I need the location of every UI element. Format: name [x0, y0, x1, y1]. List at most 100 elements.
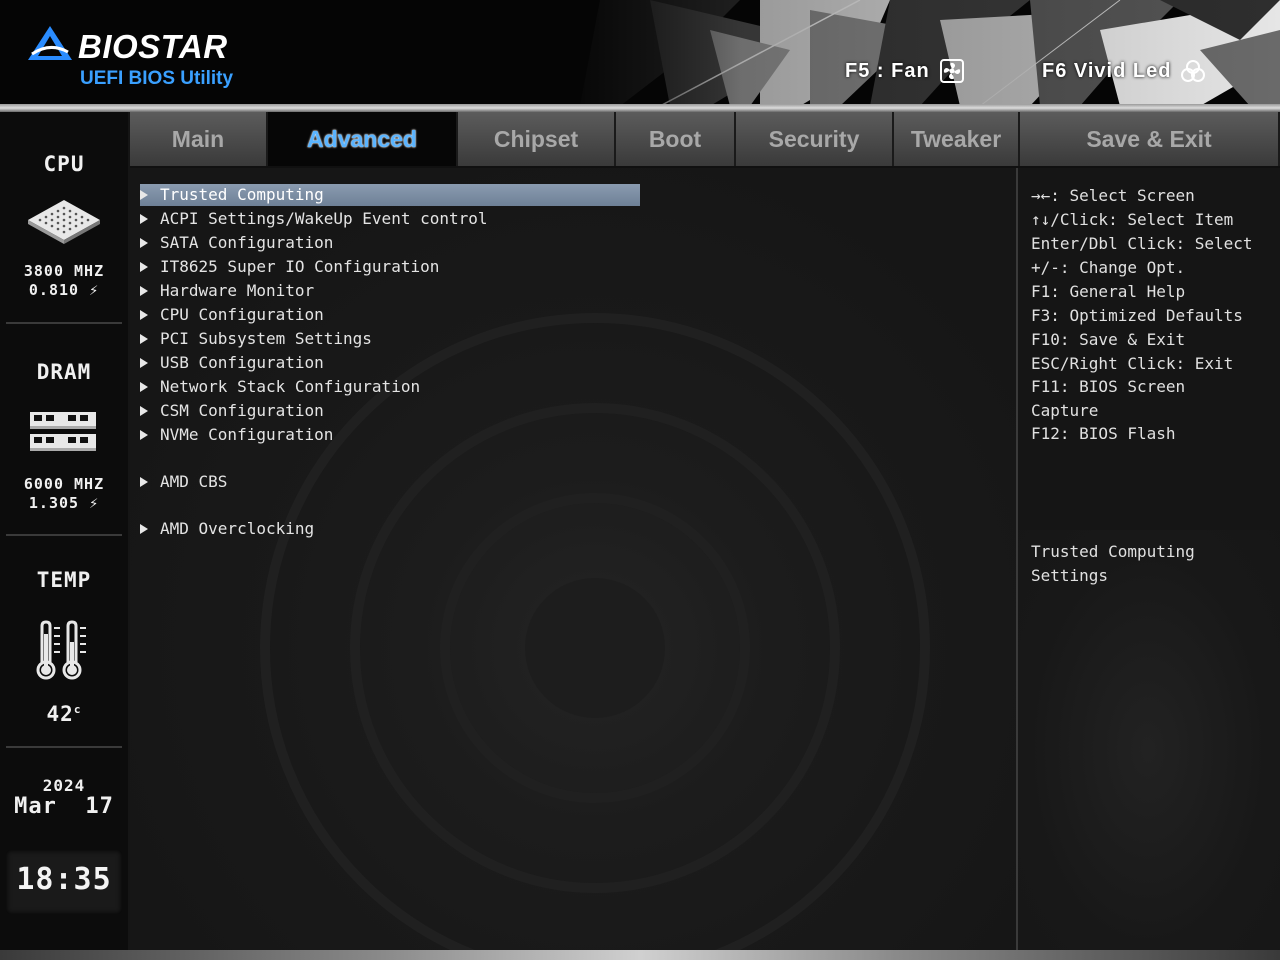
sidebar-divider [6, 322, 122, 324]
tab-security[interactable]: Security [736, 112, 894, 166]
menu-item-label: Trusted Computing [160, 185, 324, 204]
help-key-line: ESC/Right Click: Exit [1031, 354, 1234, 373]
dram-frequency: 6000 MHZ [23, 475, 105, 493]
date-year: 2024 [42, 776, 86, 795]
submenu-arrow-icon [140, 237, 148, 248]
menu-item-trusted-computing[interactable]: Trusted Computing [140, 184, 640, 206]
tab-main[interactable]: Main [130, 112, 268, 166]
help-key-line: ↑↓/Click: Select Item [1031, 210, 1234, 229]
cpu-title: CPU [43, 152, 85, 176]
cpu-voltage-value: 0.810 [28, 281, 80, 299]
tab-save-exit[interactable]: Save & Exit [1020, 112, 1280, 166]
help-key-line: F1: General Help [1031, 282, 1186, 301]
voltage-bolt-icon: ⚡ [79, 281, 100, 299]
header-divider [0, 104, 1280, 112]
menu-item-super-io-configuration[interactable]: IT8625 Super IO Configuration [140, 256, 640, 278]
menu-item-amd-cbs[interactable]: AMD CBS [140, 471, 640, 493]
submenu-arrow-icon [140, 429, 148, 440]
menu-item-nvme-configuration[interactable]: NVMe Configuration [140, 424, 640, 446]
menu-item-csm-configuration[interactable]: CSM Configuration [140, 400, 640, 422]
menu-item-cpu-configuration[interactable]: CPU Configuration [140, 304, 640, 326]
tab-bar: Main Advanced Chipset Boot Security Twea… [130, 112, 1280, 168]
submenu-arrow-icon [140, 523, 148, 534]
description-line: Settings [1031, 566, 1109, 585]
help-key-line: F12: BIOS Flash [1031, 424, 1176, 443]
menu-item-usb-configuration[interactable]: USB Configuration [140, 352, 640, 374]
dram-voltage: 1.305 ⚡ [0, 494, 128, 513]
temperature-value: 42 [46, 702, 74, 726]
cpu-frequency: 3800 MHZ [23, 262, 105, 280]
menu-item-label: CSM Configuration [160, 401, 324, 420]
tab-boot[interactable]: Boot [616, 112, 736, 166]
temp-title: TEMP [36, 568, 92, 592]
menu-item-label: USB Configuration [160, 353, 324, 372]
menu-item-label: AMD CBS [160, 472, 228, 491]
voltage-bolt-icon: ⚡ [79, 494, 100, 512]
menu-item-label: NVMe Configuration [160, 425, 334, 444]
vivid-led-hotkey-label: F6 Vivid Led [1042, 59, 1172, 82]
help-key-line: +/-: Change Opt. [1031, 258, 1186, 277]
menu-item-label: ACPI Settings/WakeUp Event control [160, 209, 488, 228]
temperature-unit: c [73, 703, 82, 716]
vivid-led-hotkey[interactable]: F6 Vivid Led [1042, 58, 1206, 84]
menu-item-amd-overclocking[interactable]: AMD Overclocking [140, 518, 640, 540]
cpu-voltage: 0.810 ⚡ [0, 281, 128, 300]
menu-item-pci-subsystem[interactable]: PCI Subsystem Settings [140, 328, 640, 350]
brand-logo-text: BIOSTAR [78, 28, 228, 65]
fan-hotkey-label: F5 : Fan [845, 59, 930, 82]
menu-item-sata-configuration[interactable]: SATA Configuration [140, 232, 640, 254]
sidebar-divider [6, 534, 122, 536]
dram-voltage-value: 1.305 [28, 494, 80, 512]
submenu-arrow-icon [140, 189, 148, 200]
bios-utility-subtitle: UEFI BIOS Utility [80, 68, 234, 89]
temperature-readout: 42c [0, 702, 128, 726]
header-bar: BIOSTAR UEFI BIOS Utility F5 : Fan F6 Vi… [0, 0, 1280, 106]
submenu-arrow-icon [140, 309, 148, 320]
clock-display: 18:35 [6, 850, 122, 914]
menu-item-label: IT8625 Super IO Configuration [160, 257, 440, 276]
menu-item-acpi-settings[interactable]: ACPI Settings/WakeUp Event control [140, 208, 640, 230]
fan-hotkey[interactable]: F5 : Fan [845, 58, 964, 84]
clock-time: 18:35 [16, 862, 112, 897]
menu-item-network-stack[interactable]: Network Stack Configuration [140, 376, 640, 398]
dram-title: DRAM [36, 360, 92, 384]
submenu-arrow-icon [140, 285, 148, 296]
menu-item-label: SATA Configuration [160, 233, 334, 252]
submenu-arrow-icon [140, 381, 148, 392]
led-icon [1181, 60, 1206, 82]
memory-module-icon [30, 412, 96, 451]
submenu-arrow-icon [140, 357, 148, 368]
thermometer-icon [36, 620, 86, 680]
submenu-arrow-icon [140, 261, 148, 272]
help-key-line: F11: BIOS Screen [1031, 377, 1186, 396]
menu-item-label: Network Stack Configuration [160, 377, 421, 396]
help-key-line: F10: Save & Exit [1031, 330, 1186, 349]
sidebar-divider [6, 746, 122, 748]
fan-icon [939, 59, 964, 83]
description-line: Trusted Computing [1031, 542, 1195, 561]
help-key-line: →←: Select Screen [1031, 186, 1195, 205]
item-description-panel: Trusted Computing Settings [1018, 530, 1280, 950]
key-help-panel: →←: Select Screen ↑↓/Click: Select Item … [1018, 168, 1280, 528]
help-key-line: Capture [1031, 401, 1099, 420]
cpu-chip-icon [28, 200, 100, 244]
tab-advanced[interactable]: Advanced [268, 112, 458, 166]
help-key-line: Enter/Dbl Click: Select [1031, 234, 1253, 253]
biostar-logo-icon [28, 26, 72, 60]
menu-item-hardware-monitor[interactable]: Hardware Monitor [140, 280, 640, 302]
tab-chipset[interactable]: Chipset [458, 112, 616, 166]
decorative-shard-art [560, 0, 1280, 106]
submenu-arrow-icon [140, 405, 148, 416]
advanced-menu-panel: Trusted Computing ACPI Settings/WakeUp E… [130, 168, 1016, 950]
help-key-line: F3: Optimized Defaults [1031, 306, 1243, 325]
submenu-arrow-icon [140, 213, 148, 224]
submenu-arrow-icon [140, 476, 148, 487]
submenu-arrow-icon [140, 333, 148, 344]
menu-item-label: CPU Configuration [160, 305, 324, 324]
menu-item-label: PCI Subsystem Settings [160, 329, 372, 348]
tab-tweaker[interactable]: Tweaker [894, 112, 1020, 166]
menu-item-label: Hardware Monitor [160, 281, 315, 300]
menu-item-label: AMD Overclocking [160, 519, 315, 538]
date-month-day: Mar 17 [14, 794, 114, 819]
system-info-sidebar: CPU 3800 MHZ 0.810 ⚡ DRAM 6000 MHZ 1.305… [0, 112, 128, 950]
